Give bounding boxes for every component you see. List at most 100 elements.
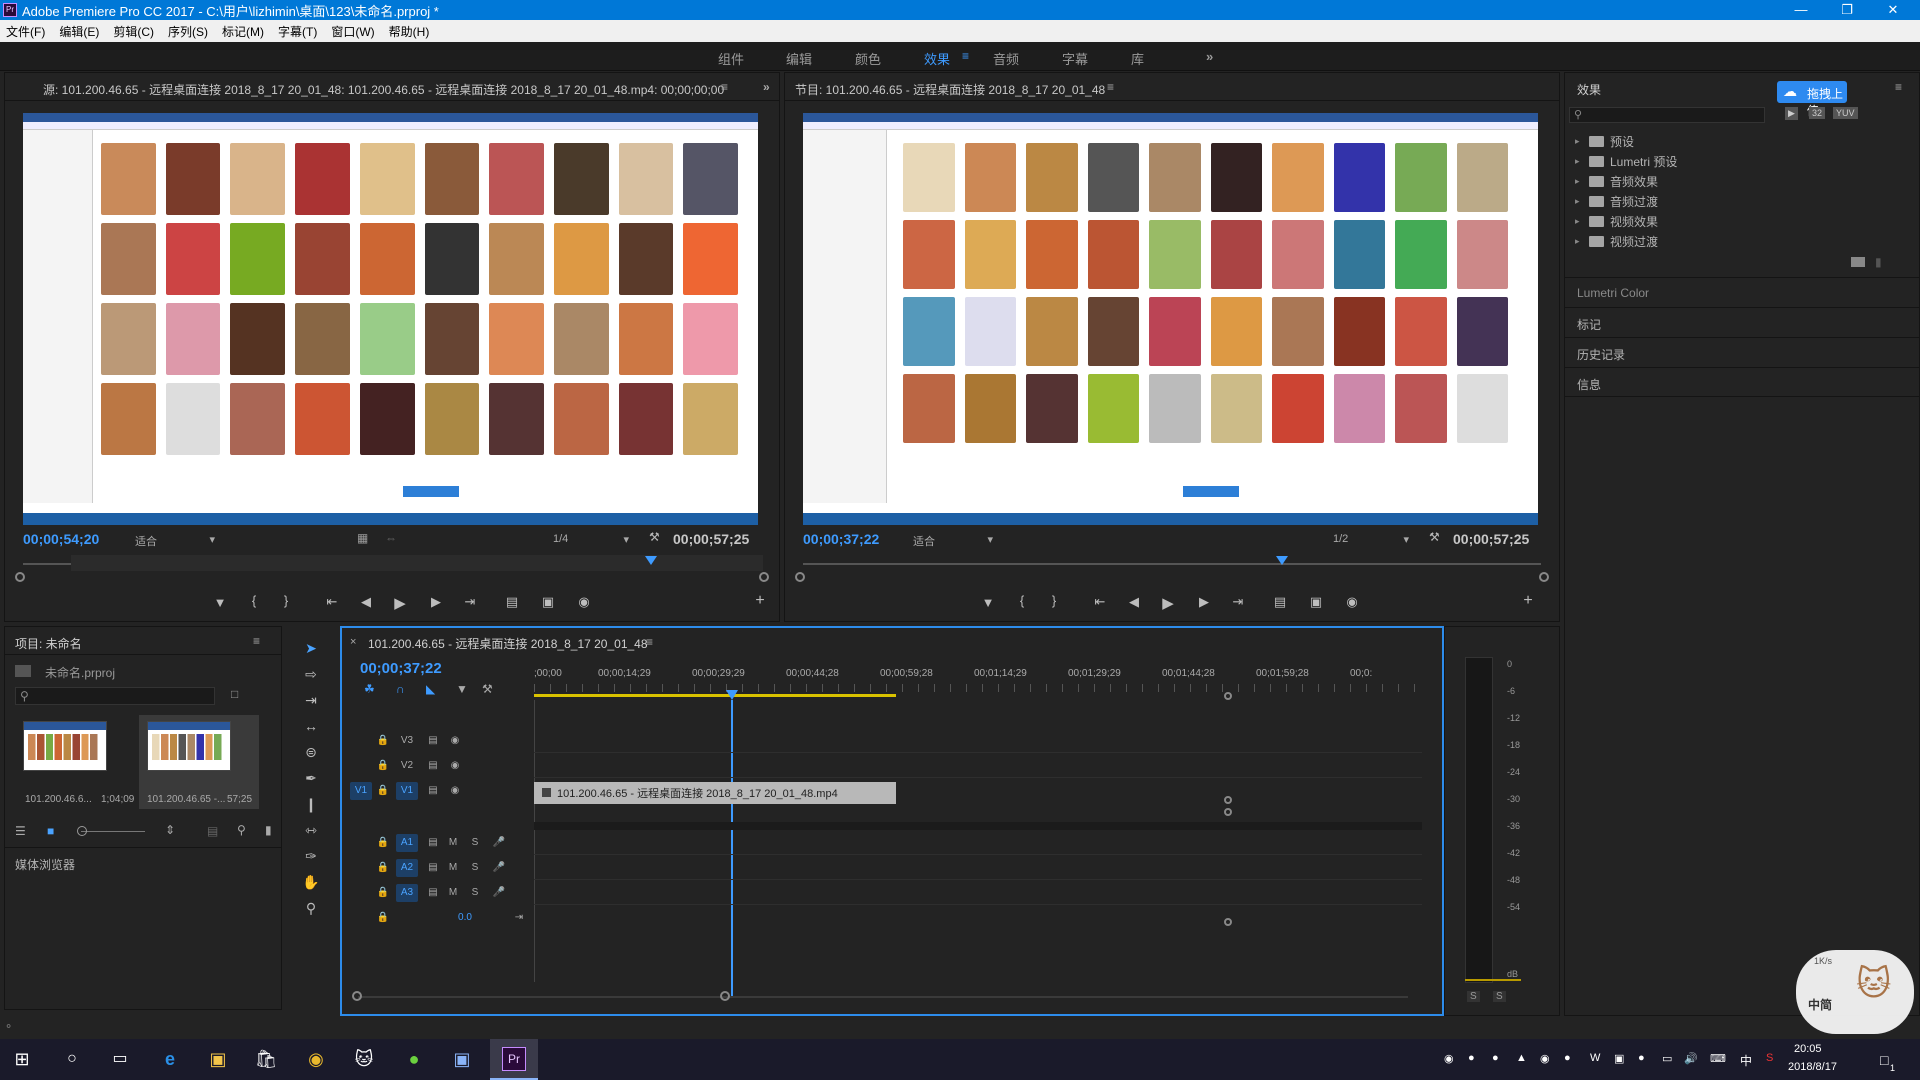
markers-panel-tab[interactable]: 标记 <box>1565 307 1919 337</box>
effects-search-input[interactable]: ⚲ <box>1569 107 1765 123</box>
zoom-slider[interactable] <box>81 831 145 832</box>
project-panel-title[interactable]: 项目: 未命名 <box>5 627 281 655</box>
source-button-editor-icon[interactable]: + <box>751 592 769 610</box>
program-button-editor-icon[interactable]: + <box>1519 592 1537 610</box>
program-export-frame-icon[interactable]: ◉ <box>1343 594 1361 610</box>
workspace-effects[interactable]: 效果 <box>924 49 950 68</box>
project-clip-thumbnail[interactable] <box>23 721 107 771</box>
effects-panel-menu-icon[interactable]: ≡ <box>1895 80 1902 94</box>
restore-icon[interactable]: ❐ <box>1824 0 1870 20</box>
menu-file[interactable]: 文件(F) <box>6 23 45 40</box>
effects-folder-video-transitions[interactable]: ▸ 视频过渡 <box>1575 233 1658 250</box>
slide-tool-icon[interactable]: ⇿ <box>299 822 323 842</box>
source-go-to-out-icon[interactable]: ⇥ <box>461 594 479 610</box>
media-browser-tab[interactable]: 媒体浏览器 <box>5 847 281 877</box>
windows-start-icon[interactable]: ⊞ <box>8 1045 36 1073</box>
source-drag-icon[interactable]: ⇔ <box>385 531 397 545</box>
track-lock-icon[interactable]: 🔒 <box>372 884 394 902</box>
source-zoom-left-handle[interactable] <box>15 572 25 582</box>
workspace-color[interactable]: 颜色 <box>855 49 881 68</box>
mute-track-button[interactable]: M <box>442 859 464 877</box>
timeline-panel-menu-icon[interactable]: ≡ <box>646 635 653 649</box>
source-add-marker-icon[interactable]: ▼ <box>211 595 229 610</box>
more-workspaces-icon[interactable]: » <box>1206 49 1213 64</box>
program-scrub-bar[interactable] <box>803 563 1541 565</box>
h-scroll-left-handle[interactable] <box>352 991 362 1001</box>
voice-over-record-icon[interactable]: 🎤 <box>488 834 510 852</box>
new-search-bin-icon[interactable]: □ <box>231 687 238 701</box>
solo-right-button[interactable]: S <box>1493 991 1506 1002</box>
video-clip[interactable]: 101.200.46.65 - 远程桌面连接 2018_8_17 20_01_4… <box>534 782 896 804</box>
mute-track-button[interactable]: M <box>442 834 464 852</box>
effects-folder-presets[interactable]: ▸ 预设 <box>1575 133 1634 150</box>
selection-tool-icon[interactable]: ➤ <box>299 640 323 660</box>
track-lock-icon[interactable]: 🔒 <box>372 909 394 927</box>
linked-selection-icon[interactable]: ◣ <box>426 682 435 696</box>
v-scroll-handle-top[interactable] <box>1224 692 1232 700</box>
tray-icon-1[interactable]: ◉ <box>1444 1052 1454 1065</box>
tray-icon-2[interactable]: ● <box>1468 1052 1475 1064</box>
program-add-marker-icon[interactable]: ▼ <box>979 595 997 610</box>
source-mark-out-icon[interactable]: } <box>277 593 295 608</box>
track-target-v1[interactable]: V1 <box>396 782 418 800</box>
sort-icon[interactable]: ⇕ <box>165 823 175 837</box>
track-target-v3[interactable]: V3 <box>396 732 418 750</box>
input-language[interactable]: 中 <box>1740 1052 1752 1069</box>
workspace-assembly[interactable]: 组件 <box>718 49 744 68</box>
source-timecode[interactable]: 00;00;54;20 <box>23 531 99 547</box>
toggle-output-icon[interactable]: ◉ <box>444 782 466 800</box>
menu-sequence[interactable]: 序列(S) <box>168 23 208 40</box>
program-step-forward-icon[interactable]: ▶ <box>1195 594 1213 610</box>
source-expand-icon[interactable]: » <box>763 80 770 94</box>
program-mark-out-icon[interactable]: } <box>1045 593 1063 608</box>
add-marker-icon[interactable]: ▼ <box>456 682 468 696</box>
source-export-frame-icon[interactable]: ◉ <box>575 594 593 610</box>
master-volume-value[interactable]: 0.0 <box>450 909 480 927</box>
source-playhead[interactable] <box>645 556 657 565</box>
solo-track-button[interactable]: S <box>464 859 486 877</box>
accelerated-effects-icon[interactable]: ▶ <box>1785 107 1798 120</box>
toggle-output-icon[interactable]: ◉ <box>444 732 466 750</box>
timeline-h-scrollbar[interactable] <box>358 996 1408 998</box>
pen-tool-icon[interactable]: ✑ <box>299 848 323 868</box>
menu-window[interactable]: 窗口(W) <box>331 23 374 40</box>
remote-desktop-icon[interactable]: ▣ <box>448 1045 476 1073</box>
work-area-bar[interactable] <box>534 694 896 697</box>
workspace-audio[interactable]: 音频 <box>993 49 1019 68</box>
hand-tool-icon[interactable]: ✋ <box>299 874 323 894</box>
menu-clip[interactable]: 剪辑(C) <box>113 23 154 40</box>
list-view-icon[interactable]: ☰ <box>15 824 26 838</box>
effects-folder-lumetri-presets[interactable]: ▸ Lumetri 预设 <box>1575 153 1677 170</box>
program-monitor-title[interactable]: 节目: 101.200.46.65 - 远程桌面连接 2018_8_17 20_… <box>785 73 1559 101</box>
clock-date[interactable]: 2018/8/17 <box>1788 1061 1837 1073</box>
workspace-libraries[interactable]: 库 <box>1131 49 1144 68</box>
automate-icon[interactable]: ▤ <box>207 824 218 838</box>
toggle-output-icon[interactable]: ◉ <box>444 757 466 775</box>
time-ruler[interactable]: ;00;00 00;00;14;29 00;00;29;29 00;00;44;… <box>534 656 1422 700</box>
menu-help[interactable]: 帮助(H) <box>389 23 430 40</box>
sync-lock-icon[interactable]: ▤ <box>422 782 444 800</box>
program-resolution-select[interactable]: 1/2 ▾ <box>1333 533 1409 546</box>
clock-time[interactable]: 20:05 <box>1794 1043 1822 1055</box>
find-icon[interactable]: ⚲ <box>237 823 246 837</box>
edge-icon[interactable]: e <box>156 1045 184 1073</box>
audio-scroll-handle-top[interactable] <box>1224 808 1232 816</box>
av-divider[interactable] <box>534 822 1422 830</box>
track-lock-icon[interactable]: 🔒 <box>372 859 394 877</box>
tray-icon-wps[interactable]: W <box>1590 1052 1600 1064</box>
sync-lock-icon[interactable]: ▤ <box>422 732 444 750</box>
tray-icon-3[interactable]: ● <box>1492 1052 1499 1064</box>
voice-over-record-icon[interactable]: 🎤 <box>488 859 510 877</box>
tray-icon-7[interactable]: ▣ <box>1614 1052 1624 1065</box>
program-zoom-right-handle[interactable] <box>1539 572 1549 582</box>
source-go-to-in-icon[interactable]: ⇤ <box>323 594 341 610</box>
info-panel-tab[interactable]: 信息 <box>1565 367 1919 397</box>
app-icon-cat[interactable]: 🐱 <box>350 1045 378 1073</box>
input-method-widget[interactable]: 1K/s 中简 🐱 <box>1796 950 1914 1034</box>
action-center-icon[interactable]: □ <box>1880 1052 1888 1068</box>
sync-lock-icon[interactable]: ▤ <box>422 859 444 877</box>
program-step-back-icon[interactable]: ◀ <box>1125 594 1143 610</box>
effects-folder-video-effects[interactable]: ▸ 视频效果 <box>1575 213 1658 230</box>
track-lock-icon[interactable]: 🔒 <box>372 732 394 750</box>
menu-edit[interactable]: 编辑(E) <box>59 23 99 40</box>
